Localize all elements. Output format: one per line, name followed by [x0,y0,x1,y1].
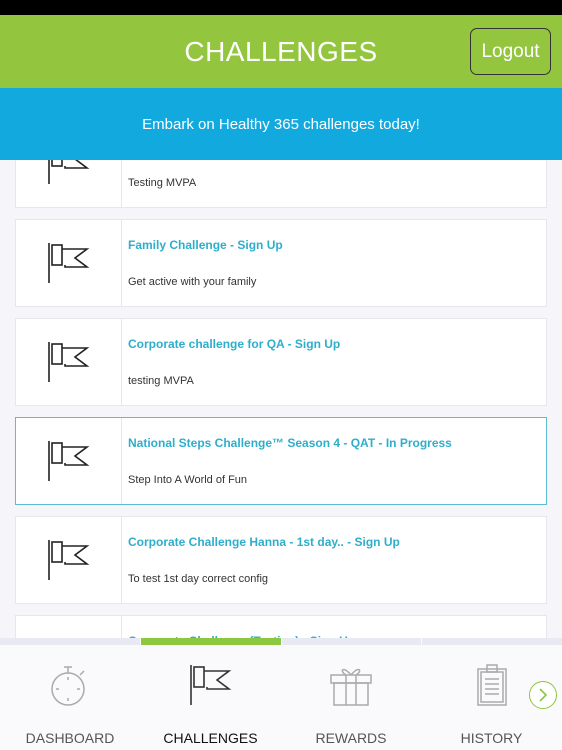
chevron-right-icon[interactable] [529,681,557,709]
flag-icon [16,160,122,207]
logout-button[interactable]: Logout [470,28,551,75]
challenge-card[interactable]: Testing MVPA [15,160,547,208]
flag-icon [189,645,233,712]
page-title: CHALLENGES [184,35,378,67]
tab-indicator [282,638,421,645]
challenge-description: Testing MVPA [128,177,197,189]
tab-label: DASHBOARD [25,730,115,746]
challenge-title: Corporate Challenge Hanna - 1st day.. - … [128,535,400,549]
challenge-card[interactable]: National Steps Challenge™ Season 4 - QAT… [15,417,547,505]
challenge-card[interactable]: Corporate Challenge Hanna - 1st day.. - … [15,516,547,604]
tab-indicator-selected [141,638,281,645]
challenge-title: Corporate challenge for QA - Sign Up [128,337,341,351]
app-header: CHALLENGES Logout [0,15,562,88]
tab-rewards[interactable]: REWARDS [281,645,421,750]
flag-icon [16,616,122,638]
status-bar [0,0,562,15]
flag-icon [16,220,122,306]
challenge-card[interactable]: Family Challenge - Sign Up Get active wi… [15,219,547,307]
stopwatch-icon [48,645,92,712]
flag-icon [16,319,122,405]
tab-label: HISTORY [460,730,523,746]
tab-label: REWARDS [315,730,387,746]
flag-icon [16,418,122,504]
challenge-card[interactable]: Corporate challenge for QA - Sign Up tes… [15,318,547,406]
tab-dashboard[interactable]: DASHBOARD [0,645,140,750]
challenge-title: Family Challenge - Sign Up [128,238,283,252]
tab-indicator [422,638,562,645]
challenge-title: National Steps Challenge™ Season 4 - QAT… [128,436,452,450]
challenge-card[interactable]: Corporate Challenge (Testing) - Sign Up [15,615,547,638]
gift-icon [329,645,373,712]
banner: Embark on Healthy 365 challenges today! [0,88,562,160]
challenge-description: Step Into A World of Fun [128,474,248,486]
tab-bar: DASHBOARD CHALLENGES REWARDS HISTORY [0,638,562,750]
challenge-description: testing MVPA [128,375,194,387]
clipboard-icon [470,645,514,712]
flag-icon [16,517,122,603]
challenge-description: Get active with your family [128,276,257,288]
tab-label: CHALLENGES [163,730,258,746]
challenge-description: To test 1st day correct config [128,573,269,585]
challenge-list[interactable]: Testing MVPA Family Challenge - Sign Up … [0,160,562,638]
tab-indicator [0,638,140,645]
tab-challenges[interactable]: CHALLENGES [141,645,281,750]
